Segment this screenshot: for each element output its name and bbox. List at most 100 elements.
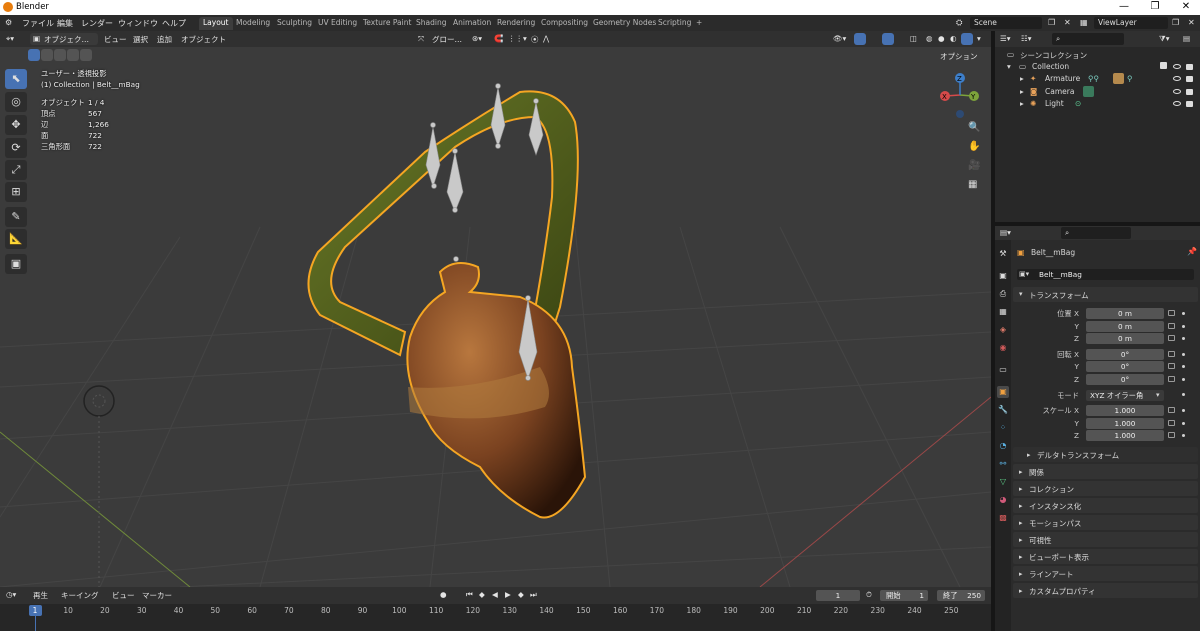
tab-geometry-nodes[interactable]: Geometry Nodes bbox=[589, 17, 660, 30]
zoom-icon[interactable]: 🔍 bbox=[968, 122, 980, 133]
properties-editor-icon[interactable]: ▤▾ bbox=[1000, 228, 1011, 237]
annotate-tool[interactable]: ✎ bbox=[5, 207, 27, 227]
snap-target-icon[interactable]: ⋮⋮▾ bbox=[508, 34, 527, 43]
light-render-icon[interactable] bbox=[1186, 101, 1193, 107]
constraints-tab-icon[interactable]: ⚯ bbox=[997, 458, 1009, 470]
location-y-field[interactable]: 0 m bbox=[1086, 321, 1164, 332]
modifier-tab-icon[interactable]: 🔧 bbox=[997, 404, 1009, 416]
prev-key-icon[interactable]: ◆ bbox=[479, 590, 485, 599]
3d-viewport[interactable]: ユーザー・透視投影 (1) Collection | Belt__mBag オブ… bbox=[0, 47, 991, 587]
timeline-editor-icon[interactable]: ◷▾ bbox=[6, 590, 16, 599]
relations-panel-header[interactable]: 関係 bbox=[1013, 464, 1198, 479]
armature-render-icon[interactable] bbox=[1186, 76, 1193, 82]
particles-tab-icon[interactable]: ⁘ bbox=[997, 422, 1009, 434]
add-workspace-button[interactable]: + bbox=[692, 17, 706, 30]
world-tab-icon[interactable]: ◉ bbox=[997, 342, 1009, 354]
select-mode-extend[interactable] bbox=[41, 49, 53, 61]
proportional-edit-icon[interactable]: ⦿ bbox=[531, 34, 539, 45]
rotation-mode-select[interactable]: XYZ オイラー角 bbox=[1086, 390, 1164, 401]
menu-help[interactable]: ヘルプ bbox=[162, 18, 186, 29]
timeline-keying-menu[interactable]: キーイング bbox=[61, 590, 99, 601]
next-key-icon[interactable]: ◆ bbox=[518, 590, 524, 599]
area-separator-vertical[interactable] bbox=[991, 31, 995, 631]
rotation-x-field[interactable]: 0° bbox=[1086, 349, 1164, 360]
maximize-button[interactable]: ❐ bbox=[1141, 1, 1169, 12]
select-mode-invert[interactable] bbox=[67, 49, 79, 61]
keyframe-dot-icon[interactable] bbox=[1182, 393, 1185, 396]
scale-z-field[interactable]: 1.000 bbox=[1086, 430, 1164, 441]
scene-collection-row[interactable]: ▭ シーンコレクション bbox=[995, 49, 1200, 61]
tab-texture-paint[interactable]: Texture Paint bbox=[359, 17, 415, 30]
scale-x-field[interactable]: 1.000 bbox=[1086, 405, 1164, 416]
render-tab-icon[interactable]: ▣ bbox=[997, 270, 1009, 282]
solid-shading-icon[interactable]: ● bbox=[938, 34, 945, 43]
lock-location-x-icon[interactable] bbox=[1168, 310, 1175, 316]
material-shading-icon[interactable]: ◐ bbox=[950, 34, 957, 43]
collection-tab-icon[interactable]: ▭ bbox=[997, 364, 1009, 376]
transform-tool[interactable]: ⊞ bbox=[5, 182, 27, 202]
editor-type-icon[interactable]: ⌖▾ bbox=[6, 34, 14, 44]
area-separator-horizontal[interactable] bbox=[995, 222, 1200, 226]
collections-panel-header[interactable]: コレクション bbox=[1013, 481, 1198, 496]
measure-tool[interactable]: 📐 bbox=[5, 229, 27, 249]
orientation-select[interactable]: グロー… bbox=[432, 34, 462, 45]
wireframe-shading-icon[interactable]: ◍ bbox=[926, 34, 933, 43]
select-mode-new[interactable] bbox=[28, 49, 40, 61]
menu-render[interactable]: レンダー bbox=[81, 18, 113, 29]
physics-tab-icon[interactable]: ◔ bbox=[997, 440, 1009, 452]
collection-render-icon[interactable] bbox=[1186, 64, 1193, 70]
minimize-button[interactable]: — bbox=[1110, 1, 1138, 12]
scale-tool[interactable]: ⤢ bbox=[5, 160, 27, 180]
select-box-tool[interactable]: ⬉ bbox=[5, 69, 27, 89]
scale-y-field[interactable]: 1.000 bbox=[1086, 418, 1164, 429]
pivot-icon[interactable]: ⊛▾ bbox=[472, 34, 482, 43]
new-collection-icon[interactable]: ▤ bbox=[1183, 34, 1190, 43]
collection-checkbox[interactable] bbox=[1160, 62, 1167, 69]
tab-compositing[interactable]: Compositing bbox=[537, 17, 592, 30]
outliner-item-light[interactable]: ▸ ✺ Light ⊙ bbox=[995, 98, 1200, 110]
menu-select[interactable]: 選択 bbox=[133, 34, 148, 45]
motion-paths-panel-header[interactable]: モーションパス bbox=[1013, 515, 1198, 530]
pan-hand-icon[interactable]: ✋ bbox=[968, 141, 980, 152]
location-x-field[interactable]: 0 m bbox=[1086, 308, 1164, 319]
custom-properties-panel-header[interactable]: カスタムプロパティ bbox=[1013, 583, 1198, 598]
timeline-view-menu[interactable]: ビュー bbox=[112, 590, 135, 601]
expand-icon[interactable]: ▸ bbox=[1020, 99, 1024, 108]
camera-view-icon[interactable]: 🎥 bbox=[968, 160, 980, 171]
light-object[interactable] bbox=[83, 385, 115, 417]
properties-search[interactable]: ⌕ bbox=[1061, 227, 1131, 239]
collection-row[interactable]: ▾ ▭ Collection bbox=[995, 61, 1200, 73]
tool-tab-icon[interactable]: ⚒ bbox=[997, 248, 1009, 260]
lock-scale-x-icon[interactable] bbox=[1168, 407, 1175, 413]
pin-icon[interactable]: 📌 bbox=[1187, 247, 1197, 256]
jump-end-icon[interactable]: ⏭ bbox=[530, 590, 537, 600]
lock-rotation-y-icon[interactable] bbox=[1168, 363, 1175, 369]
rotation-y-field[interactable]: 0° bbox=[1086, 361, 1164, 372]
keyframe-dot-icon[interactable] bbox=[1182, 312, 1185, 315]
tab-animation[interactable]: Animation bbox=[449, 17, 495, 30]
keyframe-dot-icon[interactable] bbox=[1182, 325, 1185, 328]
timeline-marker-menu[interactable]: マーカー bbox=[142, 590, 172, 601]
rotation-z-field[interactable]: 0° bbox=[1086, 374, 1164, 385]
tab-uv-editing[interactable]: UV Editing bbox=[314, 17, 361, 30]
rendered-shading-toggle[interactable] bbox=[961, 33, 973, 45]
gizmo-toggle[interactable] bbox=[854, 33, 866, 45]
keyframe-dot-icon[interactable] bbox=[1182, 365, 1185, 368]
armature-visibility-icon[interactable] bbox=[1173, 76, 1181, 81]
object-name-field[interactable]: Belt__mBag bbox=[1017, 269, 1194, 280]
end-frame-field[interactable]: 終了 250 bbox=[937, 590, 985, 601]
tab-modeling[interactable]: Modeling bbox=[232, 17, 274, 30]
data-tab-icon[interactable]: ▽ bbox=[997, 476, 1009, 488]
keyframe-dot-icon[interactable] bbox=[1182, 434, 1185, 437]
expand-icon[interactable]: ▸ bbox=[1020, 87, 1024, 96]
delta-transform-header[interactable]: デルタトランスフォーム bbox=[1013, 447, 1198, 462]
visibility-panel-header[interactable]: 可視性 bbox=[1013, 532, 1198, 547]
transform-panel-header[interactable]: トランスフォーム bbox=[1013, 287, 1198, 302]
snap-icon[interactable]: 🧲 bbox=[494, 34, 503, 43]
view-layer-field[interactable]: ViewLayer bbox=[1094, 17, 1168, 29]
light-visibility-icon[interactable] bbox=[1173, 101, 1181, 106]
object-datablock-icon[interactable]: ▣▾ bbox=[1019, 270, 1029, 278]
texture-tab-icon[interactable]: ▩ bbox=[997, 512, 1009, 524]
keyframe-dot-icon[interactable] bbox=[1182, 422, 1185, 425]
lock-location-y-icon[interactable] bbox=[1168, 323, 1175, 329]
